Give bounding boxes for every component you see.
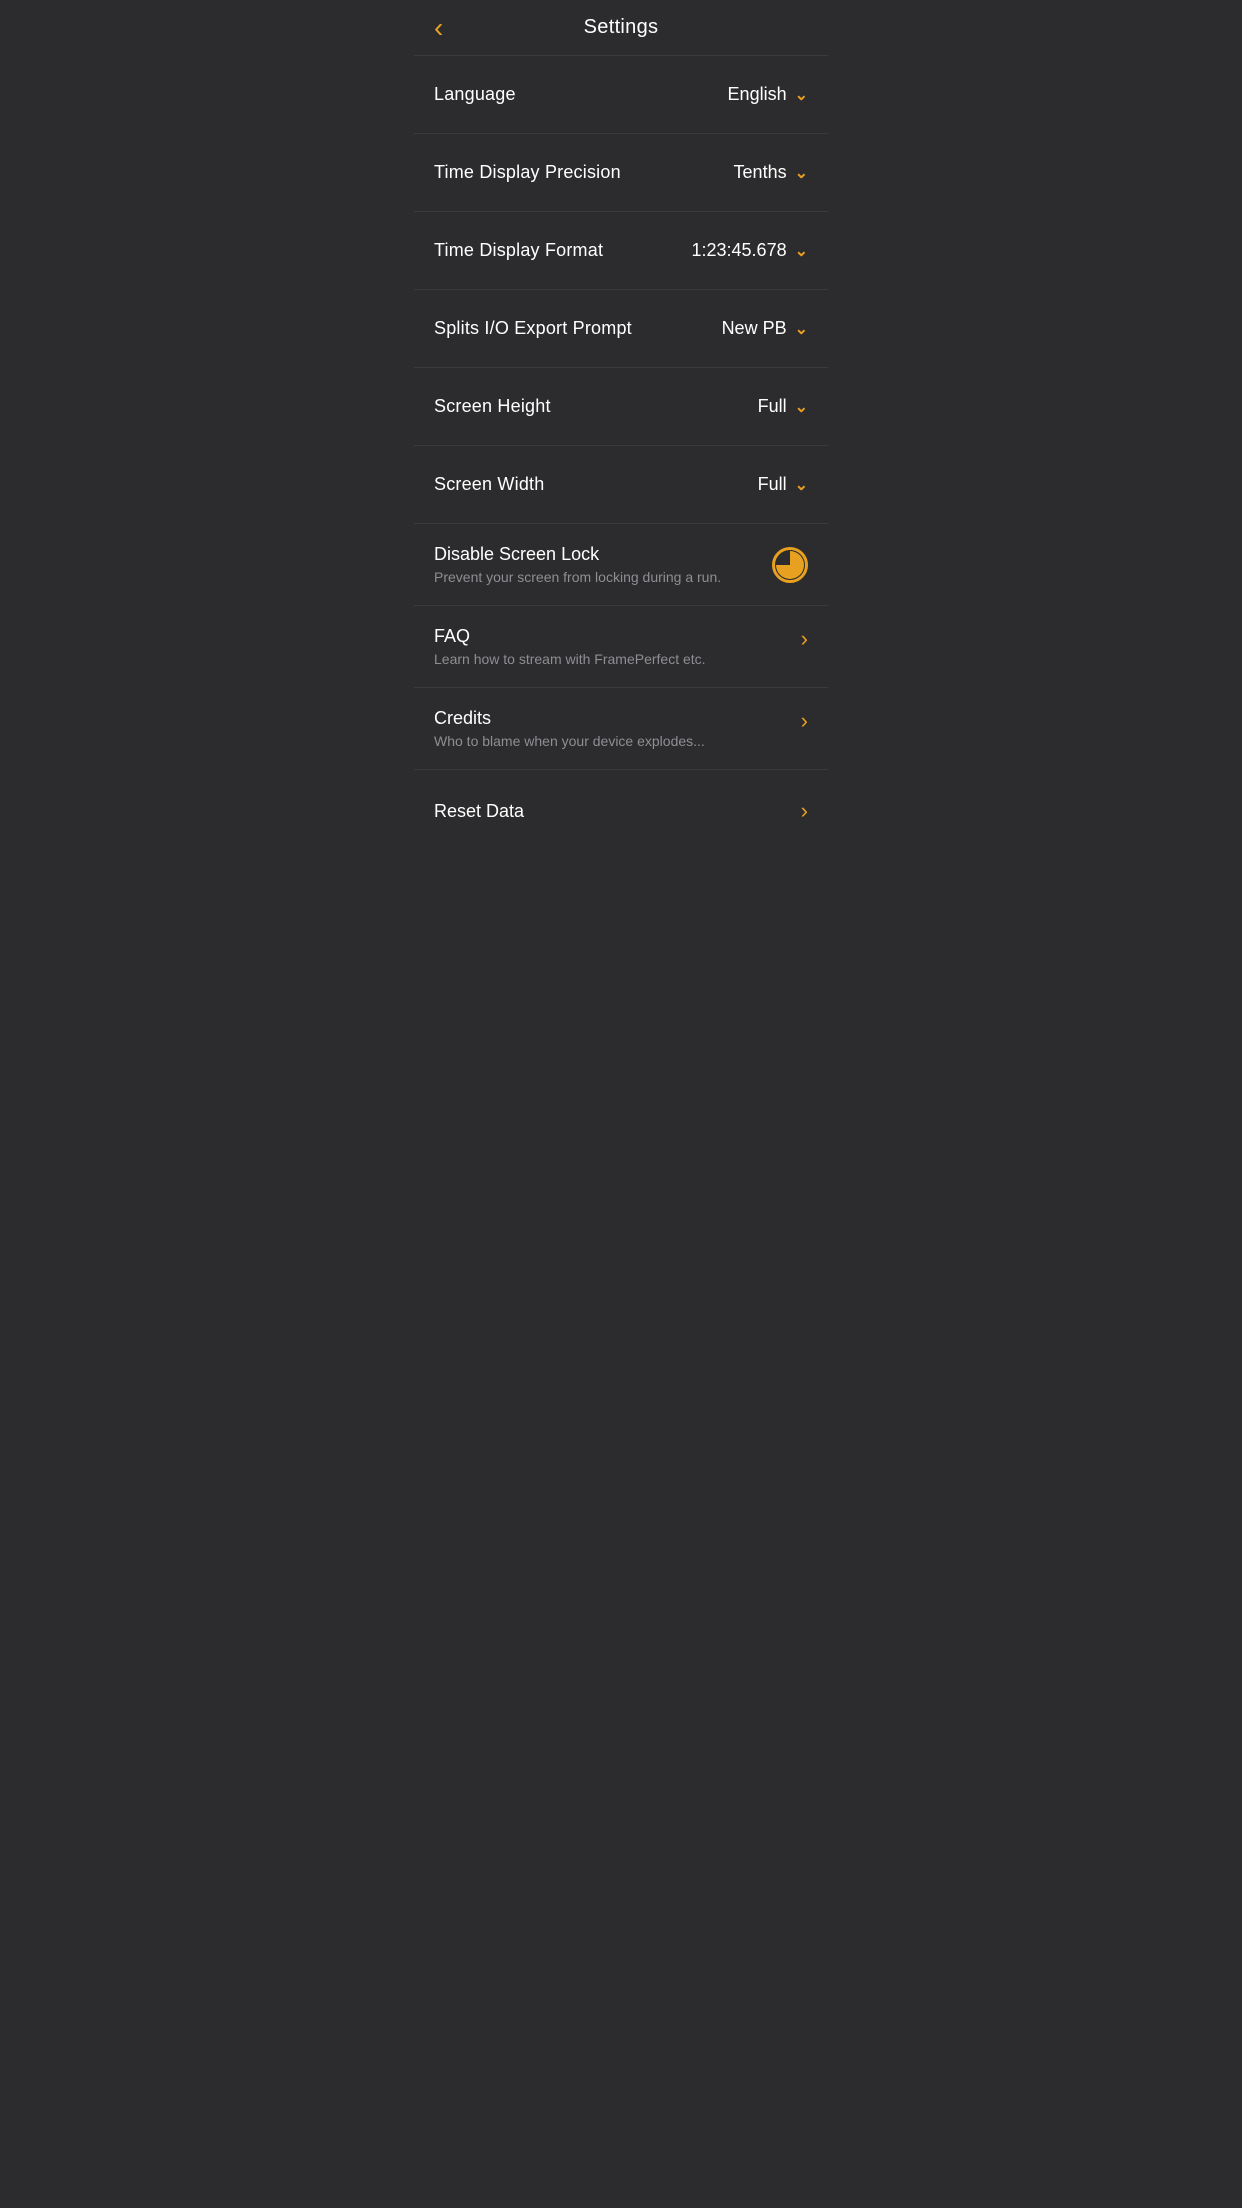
reset-data-chevron-right-icon: › [801, 798, 808, 824]
settings-screen: ‹ Settings Language English ⌄ Time Displ… [414, 0, 828, 852]
time-display-precision-label: Time Display Precision [434, 162, 621, 183]
screen-width-value: Full [758, 474, 787, 495]
screen-height-value-container: Full ⌄ [758, 396, 808, 417]
time-display-precision-chevron-down-icon: ⌄ [795, 163, 808, 183]
faq-row[interactable]: FAQ Learn how to stream with FramePerfec… [414, 606, 828, 688]
screen-height-value: Full [758, 396, 787, 417]
language-value: English [728, 84, 787, 105]
screen-height-label: Screen Height [434, 396, 551, 417]
disable-screen-lock-left: Disable Screen Lock Prevent your screen … [434, 544, 772, 585]
back-button[interactable]: ‹ [434, 14, 443, 42]
time-display-precision-row[interactable]: Time Display Precision Tenths ⌄ [414, 134, 828, 212]
faq-label: FAQ [434, 626, 801, 647]
splits-io-export-prompt-row[interactable]: Splits I/O Export Prompt New PB ⌄ [414, 290, 828, 368]
screen-width-value-container: Full ⌄ [758, 474, 808, 495]
screen-width-row[interactable]: Screen Width Full ⌄ [414, 446, 828, 524]
credits-left: Credits Who to blame when your device ex… [434, 708, 801, 749]
screen-height-row[interactable]: Screen Height Full ⌄ [414, 368, 828, 446]
language-label: Language [434, 84, 516, 105]
time-display-format-row[interactable]: Time Display Format 1:23:45.678 ⌄ [414, 212, 828, 290]
faq-chevron-right-icon: › [801, 626, 808, 652]
disable-screen-lock-subtitle: Prevent your screen from locking during … [434, 569, 772, 585]
toggle-icon-inner [776, 551, 804, 579]
splits-io-export-prompt-value: New PB [722, 318, 787, 339]
screen-width-label: Screen Width [434, 474, 544, 495]
faq-subtitle: Learn how to stream with FramePerfect et… [434, 651, 801, 667]
language-chevron-down-icon: ⌄ [795, 85, 808, 105]
screen-width-chevron-down-icon: ⌄ [795, 475, 808, 495]
disable-screen-lock-row[interactable]: Disable Screen Lock Prevent your screen … [414, 524, 828, 606]
page-title: Settings [584, 16, 659, 39]
time-display-precision-value: Tenths [734, 162, 787, 183]
reset-data-label: Reset Data [434, 801, 524, 822]
time-display-format-chevron-down-icon: ⌄ [795, 241, 808, 261]
credits-subtitle: Who to blame when your device explodes..… [434, 733, 801, 749]
toggle-icon [772, 547, 808, 583]
language-row[interactable]: Language English ⌄ [414, 56, 828, 134]
time-display-format-value: 1:23:45.678 [692, 240, 787, 261]
credits-row[interactable]: Credits Who to blame when your device ex… [414, 688, 828, 770]
screen-height-chevron-down-icon: ⌄ [795, 397, 808, 417]
splits-io-export-prompt-label: Splits I/O Export Prompt [434, 318, 632, 339]
faq-left: FAQ Learn how to stream with FramePerfec… [434, 626, 801, 667]
time-display-precision-value-container: Tenths ⌄ [734, 162, 808, 183]
credits-chevron-right-icon: › [801, 708, 808, 734]
time-display-format-label: Time Display Format [434, 240, 603, 261]
splits-io-export-prompt-value-container: New PB ⌄ [722, 318, 808, 339]
settings-list: Language English ⌄ Time Display Precisio… [414, 56, 828, 852]
disable-screen-lock-label: Disable Screen Lock [434, 544, 772, 565]
header: ‹ Settings [414, 0, 828, 56]
language-value-container: English ⌄ [728, 84, 808, 105]
reset-data-row[interactable]: Reset Data › [414, 770, 828, 852]
time-display-format-value-container: 1:23:45.678 ⌄ [692, 240, 809, 261]
splits-io-export-prompt-chevron-down-icon: ⌄ [795, 319, 808, 339]
credits-label: Credits [434, 708, 801, 729]
disable-screen-lock-toggle[interactable] [772, 547, 808, 583]
